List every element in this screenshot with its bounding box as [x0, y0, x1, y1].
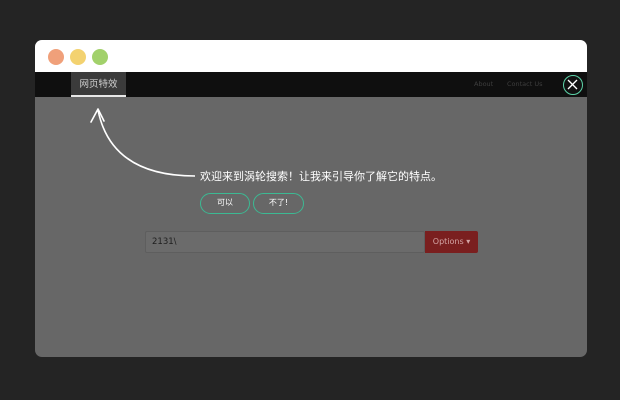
browser-window: 网页特效 About Contact Us 欢迎来到涡轮搜索！让我来引导你了解它… — [35, 40, 587, 357]
guide-message: 欢迎来到涡轮搜索！让我来引导你了解它的特点。 — [200, 170, 442, 183]
accept-tour-button[interactable]: 可以 — [200, 193, 250, 214]
decline-tour-button[interactable]: 不了! — [253, 193, 304, 214]
guide-arrow-icon — [90, 108, 196, 177]
search-input[interactable]: 2131\ — [145, 231, 425, 253]
options-dropdown-button[interactable]: Options ▾ — [425, 231, 478, 253]
